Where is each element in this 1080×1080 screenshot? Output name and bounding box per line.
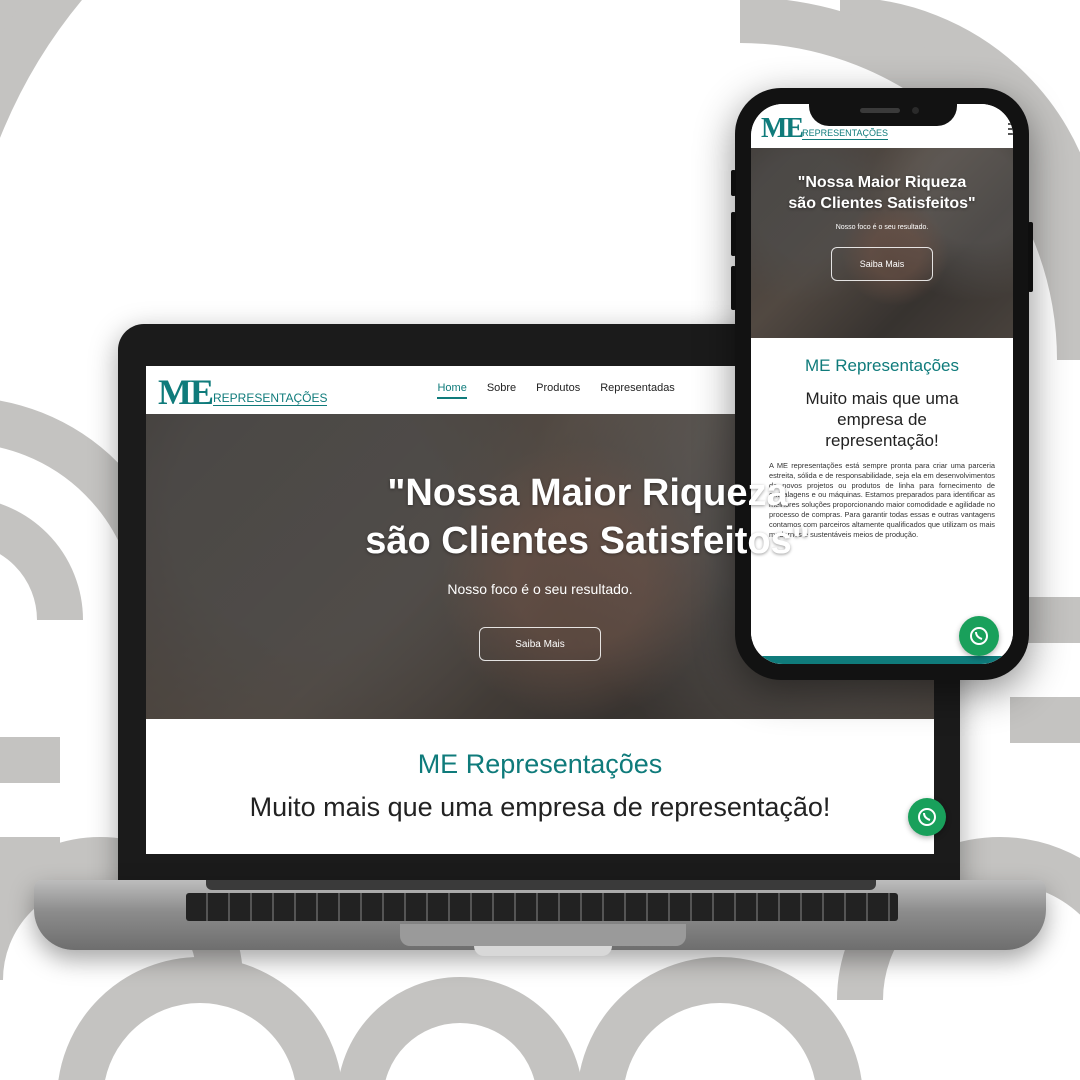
whatsapp-button-mobile[interactable] xyxy=(959,616,999,656)
mobile-hero-title-line2: são Clientes Satisfeitos" xyxy=(788,195,976,212)
mobile-saiba-mais-button[interactable]: Saiba Mais xyxy=(831,247,933,281)
nav-representadas[interactable]: Representadas xyxy=(600,382,675,399)
logo-word: REPRESENTAÇÕES xyxy=(213,390,328,406)
hero-subtitle: Nosso foco é o seu resultado. xyxy=(447,581,633,597)
desktop-intro-section: ME Representações Muito mais que uma emp… xyxy=(146,719,934,854)
phone-side-button xyxy=(731,212,736,256)
section-title: ME Representações xyxy=(417,749,663,779)
mobile-hero-title: "Nossa Maior Riqueza são Clientes Satisf… xyxy=(751,148,1013,214)
desktop-nav: Home Sobre Produtos Representadas xyxy=(437,382,675,399)
phone-notch xyxy=(809,100,957,126)
nav-home[interactable]: Home xyxy=(437,382,467,399)
phone-speaker xyxy=(860,108,900,113)
mobile-hero: "Nossa Maior Riqueza são Clientes Satisf… xyxy=(751,148,1013,338)
phone-side-button xyxy=(731,170,736,196)
mobile-hero-subtitle: Nosso foco é o seu resultado. xyxy=(835,224,929,231)
laptop-front-notch xyxy=(474,946,612,956)
nav-sobre[interactable]: Sobre xyxy=(487,382,516,399)
laptop-keyboard xyxy=(186,893,898,921)
logo-word: REPRESENTAÇÕES xyxy=(802,128,888,140)
hero-title-line2: são Clientes Satisfeitos" xyxy=(365,520,810,562)
phone-camera xyxy=(912,107,919,114)
phone-screen: ME REPRESENTAÇÕES "Nossa Maior Riqueza s… xyxy=(751,104,1013,664)
hero-title: "Nossa Maior Riqueza são Clientes Satisf… xyxy=(146,414,934,565)
section-heading: Muito mais que uma empresa de representa… xyxy=(249,792,831,822)
laptop-hinge xyxy=(206,880,876,890)
mobile-heading-line1: Muito mais que uma xyxy=(805,389,959,408)
laptop-trackpad xyxy=(400,924,686,946)
whatsapp-button-desktop[interactable] xyxy=(908,798,946,836)
mobile-hero-title-line1: "Nossa Maior Riqueza xyxy=(797,174,967,191)
logo-mark: ME xyxy=(761,113,804,144)
hamburger-icon[interactable] xyxy=(1008,123,1013,135)
saiba-mais-button[interactable]: Saiba Mais xyxy=(479,627,601,661)
phone-side-button xyxy=(1028,222,1033,292)
whatsapp-icon xyxy=(918,808,936,826)
desktop-logo[interactable]: ME REPRESENTAÇÕES xyxy=(158,372,328,412)
whatsapp-icon xyxy=(970,627,988,645)
logo-mark: ME xyxy=(158,372,214,412)
nav-produtos[interactable]: Produtos xyxy=(536,382,580,399)
hero-title-line1: "Nossa Maior Riqueza xyxy=(387,472,788,514)
phone-side-button xyxy=(731,266,736,310)
mobile-section-title: ME Representações xyxy=(804,356,960,375)
